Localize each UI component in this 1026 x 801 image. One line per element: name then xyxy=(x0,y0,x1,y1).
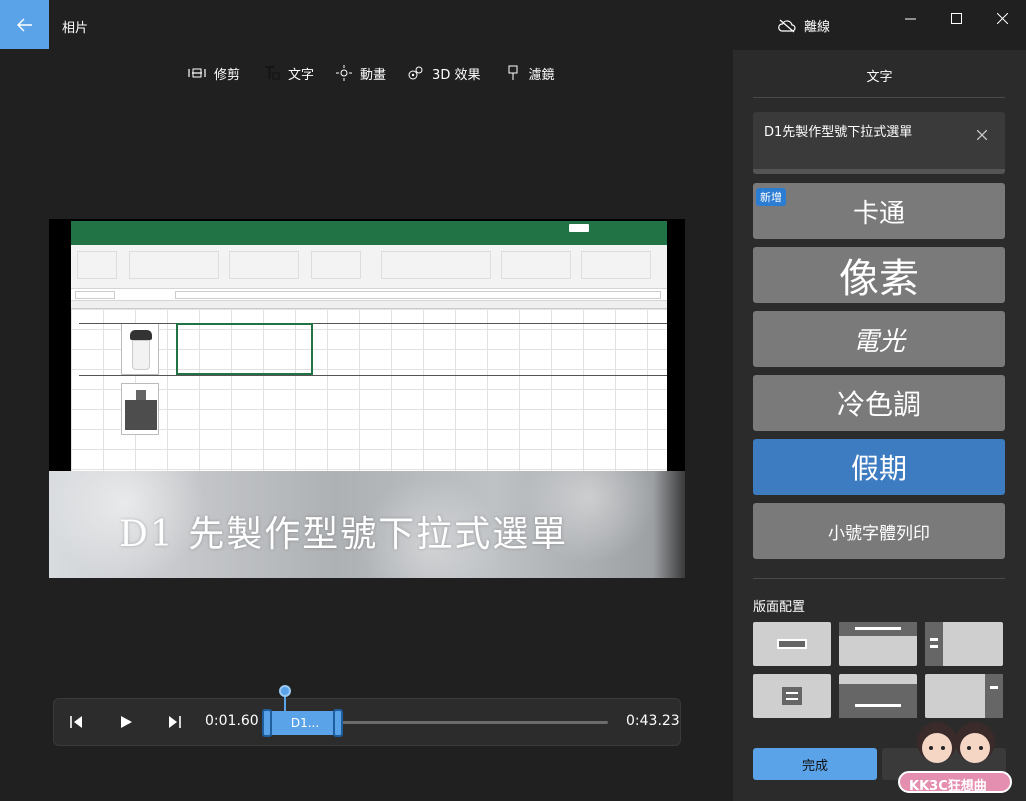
tool-trim-label: 修剪 xyxy=(214,67,241,83)
style-pixel-label: 像素 xyxy=(839,256,919,302)
next-frame-button[interactable] xyxy=(166,714,182,734)
tool-motion-label: 動畫 xyxy=(360,67,387,83)
close-window-button[interactable] xyxy=(994,10,1010,26)
back-button[interactable] xyxy=(0,0,49,49)
skip-forward-icon xyxy=(169,716,181,728)
style-holiday-label: 假期 xyxy=(850,452,907,485)
excel-title-bar xyxy=(71,221,667,235)
panel-divider-mid xyxy=(753,578,1005,579)
clear-text-button[interactable] xyxy=(976,125,988,144)
text-input-value: D1先製作型號下拉式選單 xyxy=(764,125,913,140)
text-icon xyxy=(265,66,280,80)
overlay-text: D1 先製作型號下拉式選單 xyxy=(119,514,569,555)
close-icon xyxy=(996,12,1008,24)
play-button[interactable] xyxy=(118,714,134,734)
style-electric[interactable]: 電光 xyxy=(753,311,1005,367)
text-overlay-banner: D1 先製作型號下拉式選單 xyxy=(49,471,685,578)
minimize-icon xyxy=(904,18,916,19)
filter-icon xyxy=(508,65,518,80)
tool-trim[interactable]: 修剪 xyxy=(179,55,249,91)
app-title: 相片 xyxy=(62,21,89,36)
style-pixel[interactable]: 像素 xyxy=(753,247,1005,303)
skip-back-icon xyxy=(70,716,82,728)
panel-title: 文字 xyxy=(866,70,893,85)
cloud-offline-icon xyxy=(778,19,796,32)
tool-motion[interactable]: 動畫 xyxy=(327,55,395,91)
total-time: 0:43.23 xyxy=(626,713,680,729)
trim-icon xyxy=(188,68,206,78)
panel-divider-top xyxy=(753,97,1005,98)
excel-grid xyxy=(71,309,667,471)
minimize-button[interactable] xyxy=(902,10,918,26)
watermark-text: KK3C狂想曲 xyxy=(909,779,987,794)
range-start-handle[interactable] xyxy=(262,709,272,737)
range-end-handle[interactable] xyxy=(333,709,343,737)
text-clip-range[interactable]: D1... xyxy=(269,711,341,735)
text-panel: 文字 D1先製作型號下拉式選單 新增 卡通 像素 電光 冷色調 假期 小號字體列… xyxy=(733,50,1026,801)
done-button[interactable]: 完成 xyxy=(753,748,877,780)
style-cool-tone-label: 冷色調 xyxy=(836,388,921,421)
excel-formula-bar xyxy=(71,289,667,301)
maximize-icon xyxy=(950,12,962,24)
offline-status: 離線 xyxy=(778,16,830,35)
tool-filter[interactable]: 濾鏡 xyxy=(497,55,563,91)
new-badge: 新增 xyxy=(756,188,786,206)
tool-3d-effects-label: 3D 效果 xyxy=(432,67,481,83)
edit-toolbar: 修剪 文字 動畫 3D 效果 濾鏡 xyxy=(179,55,563,91)
style-electric-label: 電光 xyxy=(852,326,905,357)
text-input-field[interactable]: D1先製作型號下拉式選單 xyxy=(753,112,1005,174)
layout-center-box[interactable] xyxy=(753,674,831,718)
style-cartoon-label: 卡通 xyxy=(852,198,905,229)
playhead-handle[interactable] xyxy=(279,685,291,697)
style-holiday[interactable]: 假期 xyxy=(753,439,1005,495)
layout-top-band[interactable] xyxy=(839,622,917,666)
previous-frame-button[interactable] xyxy=(69,714,85,734)
style-small-print-label: 小號字體列印 xyxy=(828,523,930,544)
excel-column-headers xyxy=(71,301,667,309)
3d-effects-icon xyxy=(408,66,423,80)
layout-center-bar[interactable] xyxy=(753,622,831,666)
photos-app-window: { "app": {"title": "相片", "offline_label"… xyxy=(0,0,1026,801)
style-cool-tone[interactable]: 冷色調 xyxy=(753,375,1005,431)
offline-label: 離線 xyxy=(804,20,831,35)
play-icon xyxy=(121,716,132,728)
excel-screenshot xyxy=(71,221,667,471)
back-arrow-icon xyxy=(16,18,32,31)
maximize-button[interactable] xyxy=(948,10,964,26)
style-cartoon[interactable]: 新增 卡通 xyxy=(753,183,1005,239)
excel-ribbon xyxy=(71,245,667,289)
done-label: 完成 xyxy=(801,758,828,774)
tool-filter-label: 濾鏡 xyxy=(528,67,555,83)
clip-label: D1... xyxy=(290,716,320,730)
motion-icon xyxy=(336,65,353,81)
layout-label: 版面配置 xyxy=(753,600,806,615)
tool-3d-effects[interactable]: 3D 效果 xyxy=(399,55,489,91)
tool-text-label: 文字 xyxy=(288,67,315,83)
kk3c-watermark: KK3C狂想曲 xyxy=(895,712,1015,796)
excel-ribbon-tabs xyxy=(71,235,667,245)
style-small-print[interactable]: 小號字體列印 xyxy=(753,503,1005,559)
current-time: 0:01.60 xyxy=(205,713,259,729)
clear-icon xyxy=(976,129,988,141)
layout-left-panel[interactable] xyxy=(925,622,1003,666)
tool-text[interactable]: 文字 xyxy=(255,55,323,91)
playback-bar: 0:01.60 D1... 0:43.23 xyxy=(53,685,681,746)
video-preview[interactable]: D1 先製作型號下拉式選單 xyxy=(49,219,685,578)
